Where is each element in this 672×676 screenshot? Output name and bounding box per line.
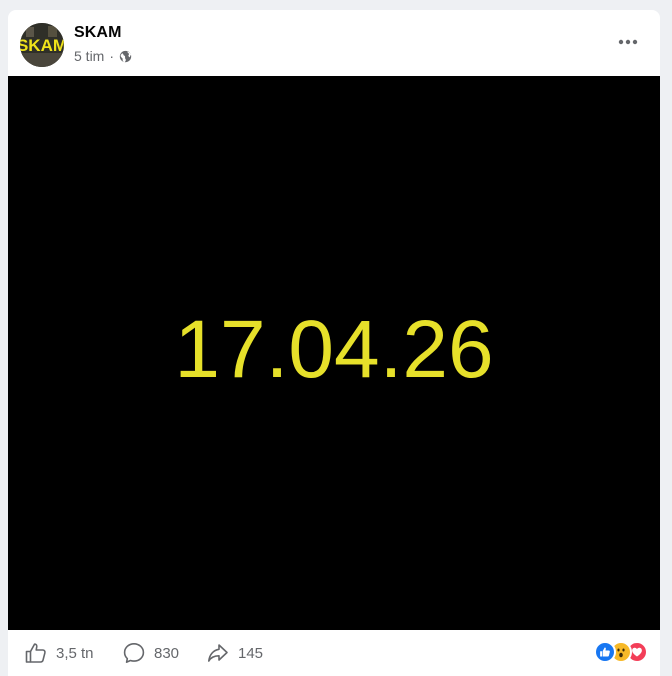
globe-icon: [119, 50, 132, 63]
post-header: SKAM SKAM 5 tim ·: [8, 10, 660, 76]
post-meta: 5 tim ·: [74, 48, 132, 64]
post-time[interactable]: 5 tim: [74, 48, 104, 64]
post-footer: 3,5 tn 830 145: [8, 630, 660, 676]
post-card: SKAM SKAM 5 tim · 17.04.26 3,5 tn 830 14…: [8, 10, 660, 676]
like-button[interactable]: 3,5 tn: [24, 641, 94, 665]
more-options-icon: [618, 39, 638, 45]
post-media[interactable]: 17.04.26: [8, 76, 660, 630]
comment-count: 830: [154, 644, 180, 662]
avatar[interactable]: SKAM: [20, 23, 64, 67]
share-button[interactable]: 145: [206, 641, 263, 665]
thumbs-up-icon: [25, 643, 46, 663]
avatar-logo-text: SKAM: [20, 36, 64, 55]
avatar-logo: SKAM: [20, 23, 64, 67]
comment-icon: [123, 643, 145, 663]
share-count: 145: [238, 644, 264, 662]
share-icon: [208, 644, 228, 662]
page-name[interactable]: SKAM: [74, 24, 122, 42]
more-options-button[interactable]: [610, 28, 646, 56]
like-reaction-icon: [594, 641, 616, 663]
comment-button[interactable]: 830: [122, 641, 179, 665]
reaction-summary[interactable]: [594, 641, 648, 663]
meta-separator: ·: [109, 48, 115, 64]
media-date-text: 17.04.26: [174, 304, 494, 395]
like-count: 3,5 tn: [56, 644, 94, 662]
